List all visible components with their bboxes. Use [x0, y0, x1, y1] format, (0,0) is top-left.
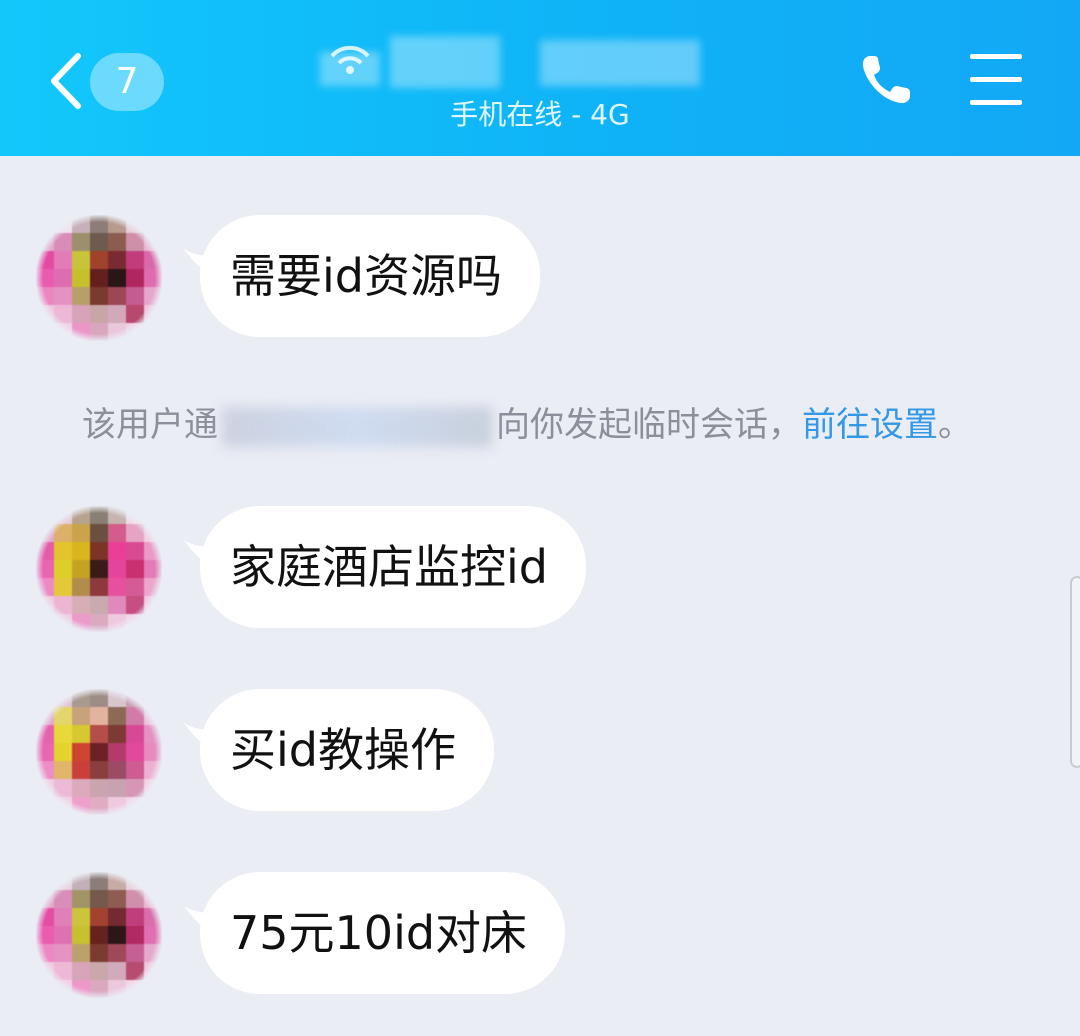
blurred-contact-name [320, 30, 720, 100]
chat-title[interactable]: 手机在线 - 4G [320, 30, 760, 140]
unread-count-badge: 7 [90, 53, 164, 111]
chat-header: 7 手机在线 - 4G [0, 0, 1080, 156]
message-row: 买id教操作 [36, 689, 1036, 815]
avatar[interactable] [36, 689, 162, 815]
temp-session-notice: 该用户通 向你发起临时会话，前往设置。 [82, 400, 1042, 450]
back-button[interactable]: 7 [40, 40, 180, 124]
notice-prefix: 该用户通 [82, 405, 218, 445]
menu-button[interactable] [966, 52, 1026, 108]
notice-suffix: 向你发起临时会话， [496, 405, 802, 445]
message-bubble[interactable]: 需要id资源吗 [200, 215, 540, 337]
avatar[interactable] [36, 872, 162, 998]
online-status: 手机在线 - 4G [450, 98, 630, 131]
settings-link[interactable]: 前往设置 [802, 405, 938, 445]
avatar[interactable] [36, 506, 162, 632]
phone-icon [862, 56, 910, 104]
notice-end: 。 [938, 405, 972, 445]
call-button[interactable] [856, 50, 920, 114]
wifi-icon [330, 45, 370, 74]
message-row: 家庭酒店监控id [36, 506, 1036, 632]
scroll-handle[interactable] [1070, 576, 1080, 768]
avatar[interactable] [36, 215, 162, 341]
back-chevron-icon [51, 53, 81, 109]
message-bubble[interactable]: 75元10id对床 [200, 872, 566, 994]
message-bubble[interactable]: 买id教操作 [200, 689, 494, 811]
message-row: 75元10id对床 [36, 872, 1036, 998]
message-bubble[interactable]: 家庭酒店监控id [200, 506, 586, 628]
message-row: 需要id资源吗 [36, 215, 1036, 341]
blurred-notice-text [222, 406, 492, 447]
